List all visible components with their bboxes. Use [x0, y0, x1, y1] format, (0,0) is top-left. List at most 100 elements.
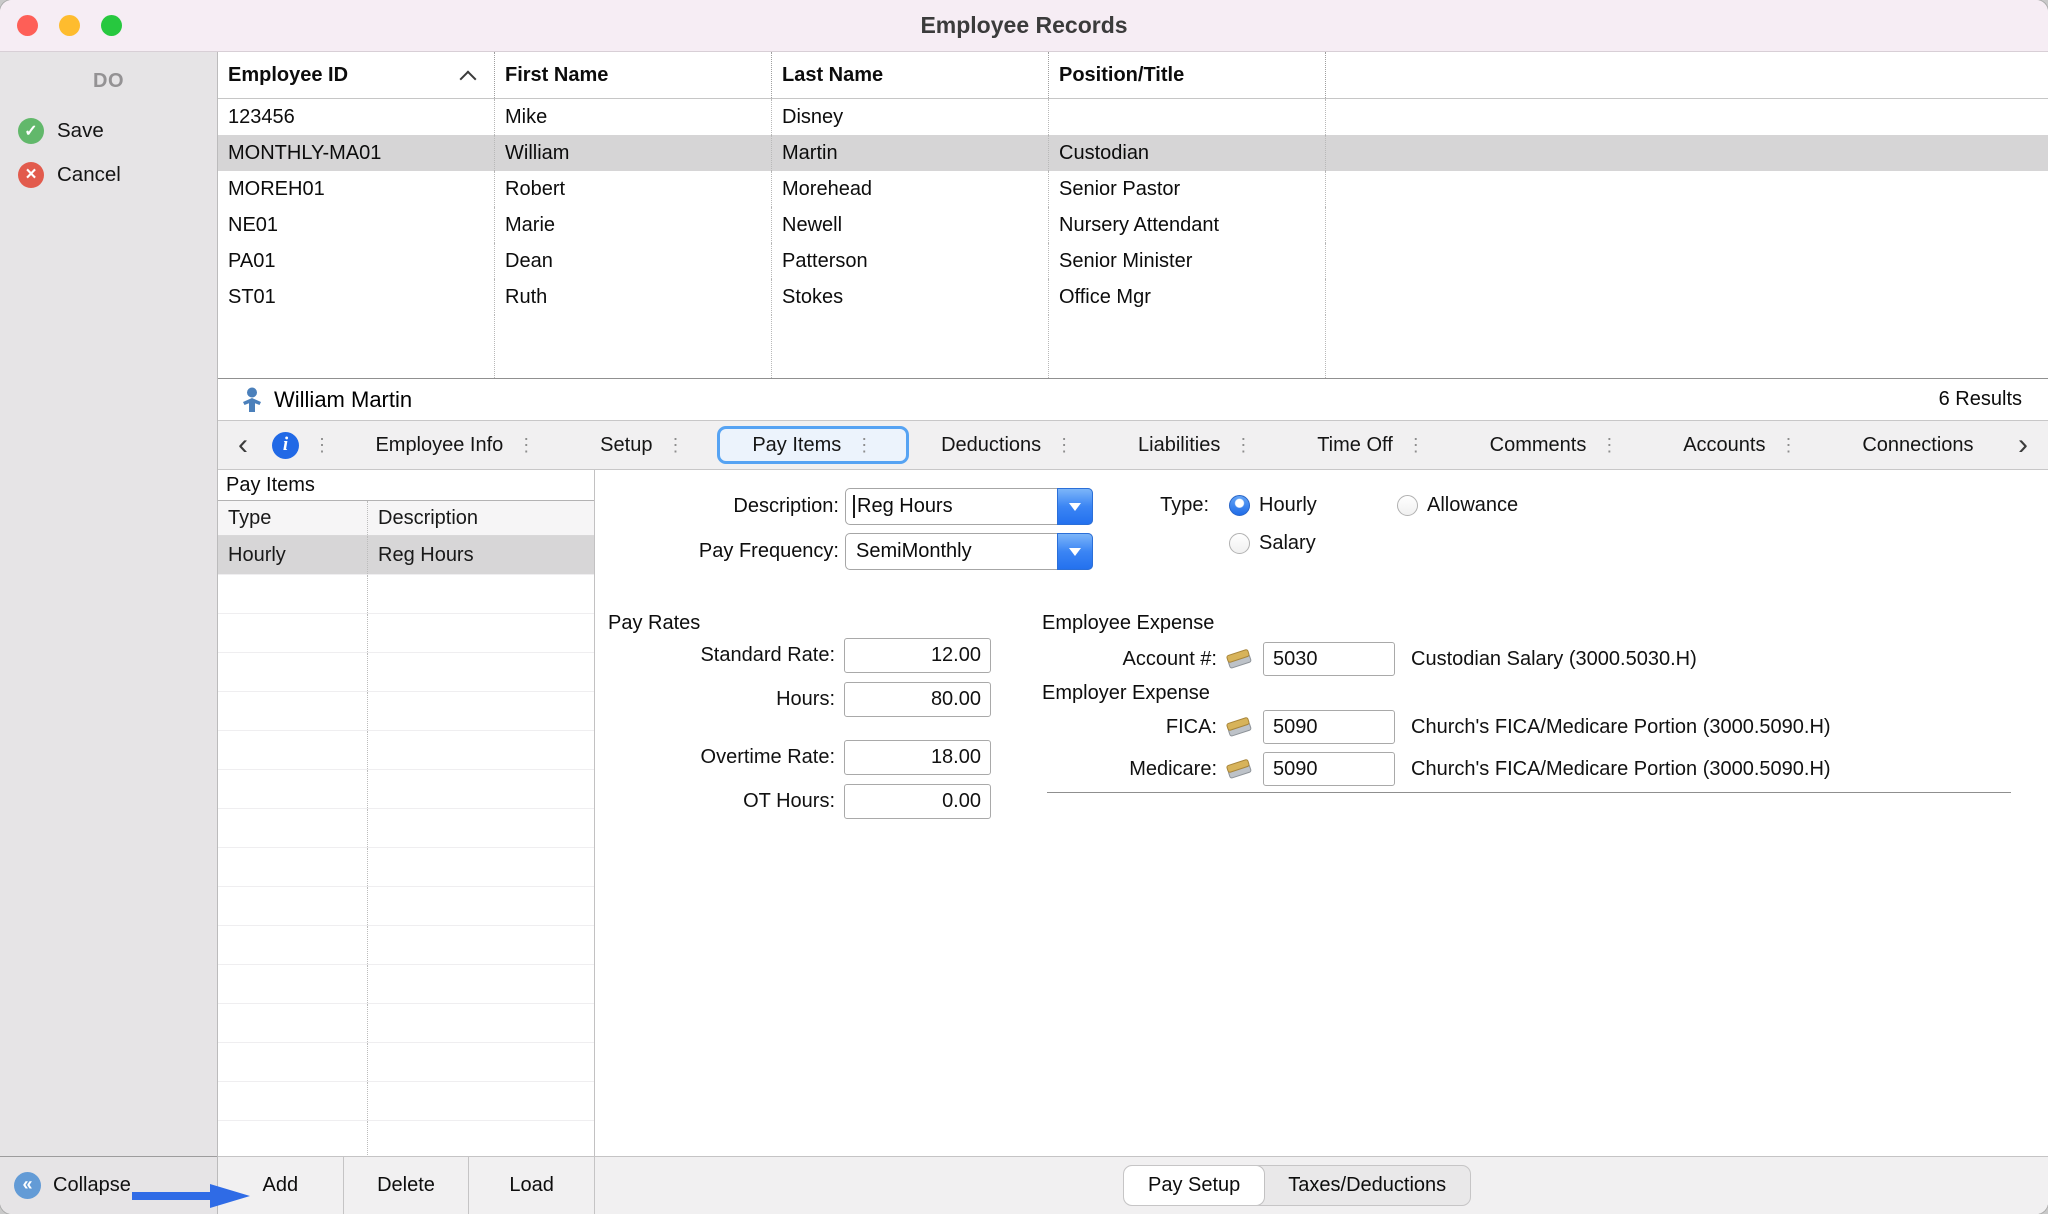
- pay-items-buttons: Add Delete Load: [218, 1157, 595, 1214]
- pay-frequency-dropdown-button[interactable]: [1057, 533, 1093, 570]
- ot-hours-input[interactable]: 0.00: [844, 784, 991, 819]
- column-header-employee-id[interactable]: Employee ID: [218, 52, 495, 98]
- tab-pay-items[interactable]: Pay Items ⋮: [717, 426, 909, 464]
- tab-connections[interactable]: Connections: [1830, 426, 2006, 464]
- cell-first-name: Mike: [495, 99, 772, 135]
- tab-time-off[interactable]: Time Off ⋮: [1285, 426, 1457, 464]
- employee-row[interactable]: MONTHLY-MA01 William Martin Custodian: [218, 135, 2048, 171]
- tab-deductions[interactable]: Deductions ⋮: [909, 426, 1106, 464]
- fica-account-input[interactable]: 5090: [1263, 710, 1395, 744]
- column-header-last-name[interactable]: Last Name: [772, 52, 1049, 98]
- radio-hourly[interactable]: Hourly: [1229, 492, 1317, 518]
- overtime-rate-input[interactable]: 18.00: [844, 740, 991, 775]
- standard-rate-input[interactable]: 12.00: [844, 638, 991, 673]
- account-lookup-icon[interactable]: [1225, 647, 1255, 671]
- pay-items-panel: Pay Items Type Description Hourly Reg Ho…: [218, 470, 595, 1156]
- tab-employee-info[interactable]: Employee Info ⋮: [343, 426, 568, 464]
- action-sidebar: DO ✓ Save × Cancel « Collapse: [0, 52, 218, 1214]
- radio-unselected-icon: [1397, 495, 1418, 516]
- tabs-scroll-right-button[interactable]: ›: [2006, 423, 2040, 467]
- delete-button[interactable]: Delete: [344, 1157, 470, 1214]
- pay-frequency-row: Pay Frequency: SemiMonthly: [595, 533, 1093, 570]
- employee-table: Employee ID First Name Last Name Positio…: [218, 52, 2048, 379]
- cell-position-title: Office Mgr: [1049, 279, 1326, 315]
- cell-employee-id: NE01: [218, 207, 495, 243]
- column-header-first-name[interactable]: First Name: [495, 52, 772, 98]
- cell-first-name: Marie: [495, 207, 772, 243]
- medicare-account-description: Church's FICA/Medicare Portion (3000.509…: [1411, 758, 1831, 781]
- hours-input[interactable]: 80.00: [844, 682, 991, 717]
- ot-hours-row: OT Hours: 0.00: [595, 784, 991, 819]
- save-label: Save: [57, 119, 104, 143]
- cancel-x-icon: ×: [18, 162, 44, 188]
- cell-description: Reg Hours: [367, 536, 594, 574]
- sidebar-header: DO: [0, 70, 217, 93]
- tab-setup[interactable]: Setup ⋮: [568, 426, 717, 464]
- cell-last-name: Disney: [772, 99, 1049, 135]
- minimize-window-button[interactable]: [59, 15, 80, 36]
- section-divider: [1047, 792, 2011, 793]
- tab-drag-handle-icon: ⋮: [517, 435, 535, 456]
- cell-employee-id: MONTHLY-MA01: [218, 135, 495, 171]
- description-combobox[interactable]: Reg Hours: [845, 488, 1093, 525]
- record-header-bar: William Martin 6 Results: [218, 379, 2048, 420]
- type-label: Type:: [1149, 492, 1209, 518]
- save-check-icon: ✓: [18, 118, 44, 144]
- window-title: Employee Records: [920, 12, 1127, 39]
- pay-item-detail: Description: Reg Hours Pay Frequency: Se…: [595, 470, 2048, 1156]
- annotation-arrow: [132, 1183, 252, 1209]
- medicare-account-input[interactable]: 5090: [1263, 752, 1395, 786]
- close-window-button[interactable]: [17, 15, 38, 36]
- pay-frequency-combobox[interactable]: SemiMonthly: [845, 533, 1093, 570]
- cell-first-name: William: [495, 135, 772, 171]
- employee-row[interactable]: PA01 Dean Patterson Senior Minister: [218, 243, 2048, 279]
- employee-row[interactable]: 123456 Mike Disney: [218, 99, 2048, 135]
- employee-records-window: Employee Records DO ✓ Save × Cancel « Co…: [0, 0, 2048, 1214]
- main-area: Employee ID First Name Last Name Positio…: [218, 52, 2048, 1214]
- employee-row[interactable]: NE01 Marie Newell Nursery Attendant: [218, 207, 2048, 243]
- bottom-button-bar: Add Delete Load Pay Setup Taxes/Deductio…: [218, 1156, 2048, 1214]
- window-controls: [17, 15, 122, 36]
- info-icon: i: [272, 432, 299, 459]
- tab-pay-setup[interactable]: Pay Setup: [1124, 1166, 1264, 1205]
- cell-last-name: Martin: [772, 135, 1049, 171]
- standard-rate-label: Standard Rate:: [595, 644, 840, 667]
- radio-salary[interactable]: Salary: [1229, 530, 1316, 556]
- employee-row[interactable]: MOREH01 Robert Morehead Senior Pastor: [218, 171, 2048, 207]
- employee-table-empty-area: [218, 315, 2048, 378]
- radio-selected-icon: [1229, 495, 1250, 516]
- account-number-input[interactable]: 5030: [1263, 642, 1395, 676]
- cell-employee-id: PA01: [218, 243, 495, 279]
- pay-item-row[interactable]: Hourly Reg Hours: [218, 536, 594, 575]
- collapse-chevrons-icon: «: [14, 1172, 41, 1199]
- column-header-type[interactable]: Type: [218, 501, 367, 535]
- radio-allowance[interactable]: Allowance: [1397, 492, 1518, 518]
- save-button[interactable]: ✓ Save: [0, 109, 217, 153]
- tab-drag-handle-icon: ⋮: [313, 435, 331, 456]
- account-lookup-icon[interactable]: [1225, 715, 1255, 739]
- cell-last-name: Morehead: [772, 171, 1049, 207]
- cancel-button[interactable]: × Cancel: [0, 153, 217, 197]
- account-lookup-icon[interactable]: [1225, 757, 1255, 781]
- employee-row[interactable]: ST01 Ruth Stokes Office Mgr: [218, 279, 2048, 315]
- column-label: Employee ID: [228, 64, 348, 87]
- zoom-window-button[interactable]: [101, 15, 122, 36]
- load-button[interactable]: Load: [469, 1157, 594, 1214]
- tab-comments[interactable]: Comments ⋮: [1457, 426, 1651, 464]
- tab-record-info[interactable]: i ⋮: [260, 426, 343, 464]
- description-row: Description: Reg Hours: [595, 488, 1093, 525]
- medicare-label: Medicare:: [1042, 758, 1217, 781]
- column-header-description[interactable]: Description: [367, 501, 594, 535]
- person-icon: [240, 386, 264, 414]
- description-label: Description:: [595, 495, 843, 518]
- tab-accounts[interactable]: Accounts ⋮: [1651, 426, 1830, 464]
- chevron-down-icon: [1069, 503, 1081, 511]
- column-label: Position/Title: [1059, 64, 1184, 87]
- cell-last-name: Newell: [772, 207, 1049, 243]
- column-header-position-title[interactable]: Position/Title: [1049, 52, 1326, 98]
- tab-taxes-deductions[interactable]: Taxes/Deductions: [1264, 1166, 1470, 1205]
- cell-first-name: Robert: [495, 171, 772, 207]
- description-dropdown-button[interactable]: [1057, 488, 1093, 525]
- tab-liabilities[interactable]: Liabilities ⋮: [1106, 426, 1285, 464]
- tabs-scroll-left-button[interactable]: ‹: [226, 423, 260, 467]
